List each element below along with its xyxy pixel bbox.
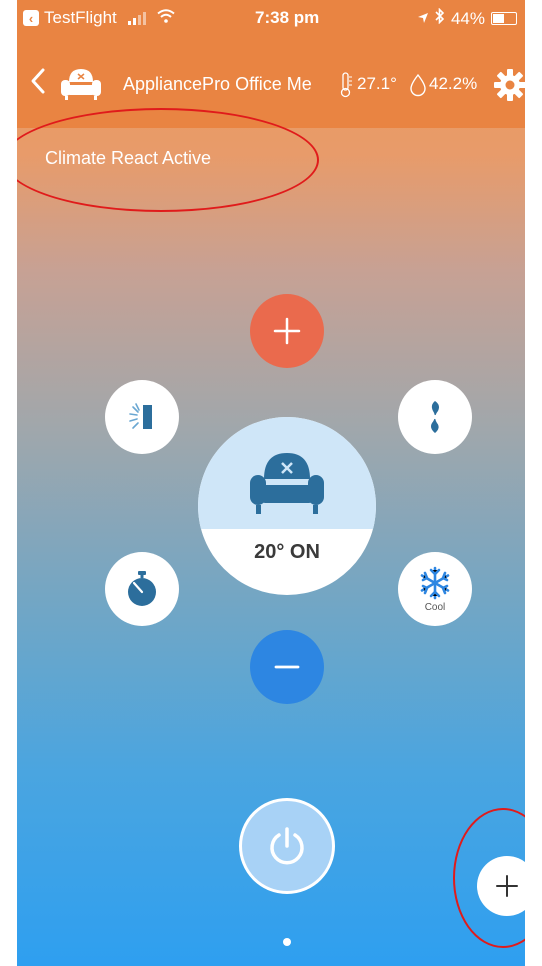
fan-icon bbox=[431, 401, 439, 433]
back-to-app-link[interactable]: ‹ TestFlight bbox=[23, 8, 175, 28]
battery-icon bbox=[491, 12, 517, 25]
page-indicator-dot bbox=[283, 938, 291, 946]
battery-percent: 44% bbox=[450, 8, 485, 28]
stopwatch-icon bbox=[128, 571, 156, 606]
mode-button[interactable]: Cool bbox=[398, 552, 472, 626]
mode-label: Cool bbox=[424, 602, 446, 613]
chevron-left-icon[interactable] bbox=[27, 66, 49, 96]
armchair-icon bbox=[61, 69, 101, 100]
status-time: 7:38 pm bbox=[255, 8, 320, 27]
annotation-circle-banner bbox=[17, 108, 319, 212]
snowflake-icon bbox=[420, 566, 450, 600]
thermometer-icon bbox=[340, 72, 352, 98]
gear-icon[interactable] bbox=[493, 68, 525, 102]
back-app-label: TestFlight bbox=[44, 8, 117, 27]
status-right: 44% bbox=[417, 7, 517, 29]
swing-button[interactable] bbox=[105, 380, 179, 454]
status-bar: ‹ TestFlight 7:38 pm 44% bbox=[17, 0, 525, 36]
decrease-temperature-button[interactable] bbox=[250, 630, 324, 704]
power-icon bbox=[270, 827, 304, 865]
fan-speed-button[interactable] bbox=[398, 380, 472, 454]
device-title: AppliancePro Office Me bbox=[123, 74, 312, 94]
armchair-icon bbox=[250, 453, 324, 514]
minus-icon bbox=[274, 665, 300, 669]
timer-button[interactable] bbox=[105, 552, 179, 626]
room-temperature: 27.1° bbox=[357, 74, 397, 93]
temperature-dial: 20° ON bbox=[198, 417, 376, 595]
increase-temperature-button[interactable] bbox=[250, 294, 324, 368]
target-temperature: 20° ON bbox=[254, 541, 320, 563]
wifi-icon bbox=[157, 9, 175, 27]
app-screen: ‹ TestFlight 7:38 pm 44% AppliancePro Of… bbox=[17, 0, 525, 966]
plus-icon bbox=[273, 317, 301, 345]
droplet-icon bbox=[410, 73, 426, 97]
back-arrow-icon: ‹ bbox=[23, 10, 39, 26]
annotation-circle-add bbox=[453, 808, 525, 948]
signal-icon bbox=[127, 11, 146, 25]
swing-icon bbox=[129, 403, 152, 429]
bluetooth-icon bbox=[435, 7, 445, 29]
room-humidity: 42.2% bbox=[429, 74, 478, 93]
location-icon bbox=[417, 9, 429, 29]
power-button[interactable] bbox=[239, 798, 335, 894]
